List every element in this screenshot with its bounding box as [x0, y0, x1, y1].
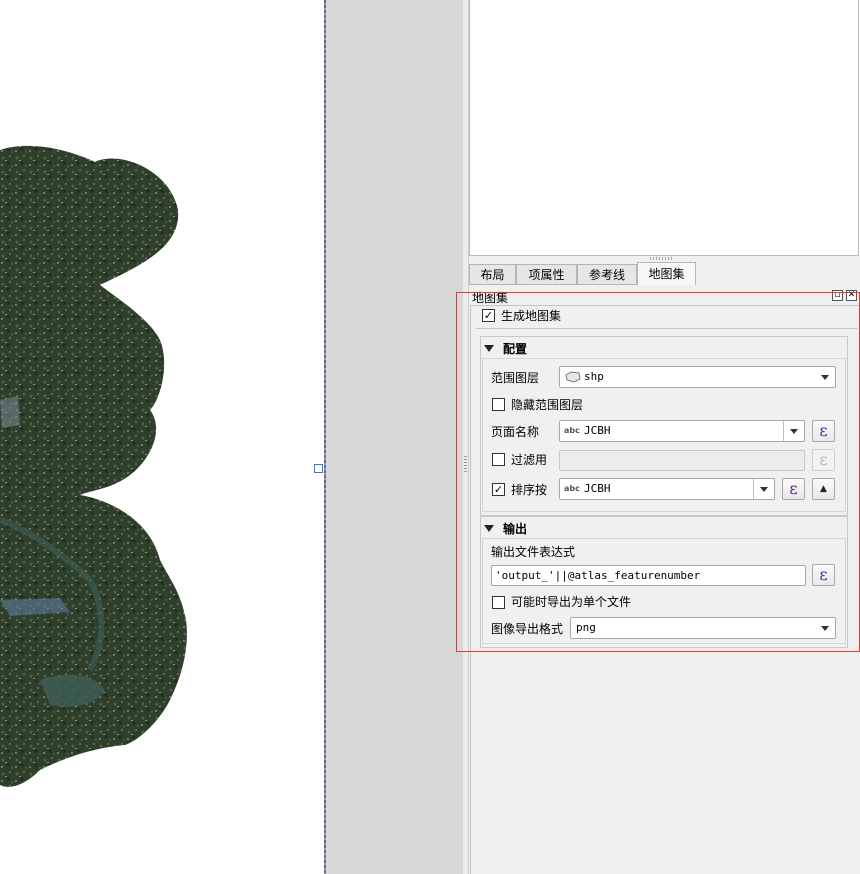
page-name-value: JCBH	[584, 424, 611, 437]
sort-by-value: JCBH	[584, 482, 611, 495]
divider	[476, 328, 858, 329]
sort-by-expression-button[interactable]: ε	[782, 478, 805, 500]
tab-item-properties[interactable]: 项属性	[516, 264, 577, 285]
single-file-label: 可能时导出为单个文件	[511, 595, 632, 609]
sort-by-checkbox[interactable]: ✓	[492, 483, 505, 496]
hide-coverage-label: 隐藏范围图层	[511, 398, 584, 412]
tab-atlas[interactable]: 地图集	[637, 262, 696, 285]
filename-expression-button[interactable]: ε	[812, 564, 835, 586]
resize-handle[interactable]	[314, 464, 323, 473]
filter-label: 过滤用	[511, 453, 548, 467]
items-panel[interactable]	[469, 0, 859, 256]
sort-ascending-button[interactable]: ▲	[812, 478, 835, 500]
single-file-checkbox[interactable]	[492, 596, 505, 609]
collapse-triangle-icon[interactable]	[484, 525, 494, 532]
workspace-background	[326, 0, 463, 874]
tab-layout[interactable]: 布局	[469, 264, 516, 285]
satellite-map-image	[0, 145, 187, 787]
sort-by-select[interactable]: abc JCBH	[559, 478, 775, 500]
chevron-down-icon	[790, 429, 798, 434]
coverage-layer-select[interactable]: shp	[559, 366, 836, 388]
polygon-layer-icon	[565, 371, 581, 383]
coverage-layer-label: 范围图层	[491, 371, 540, 385]
float-dock-icon[interactable]: ▫	[832, 290, 843, 301]
page-name-label: 页面名称	[491, 425, 540, 439]
chevron-down-icon	[821, 626, 829, 631]
dock-title: 地图集	[472, 291, 509, 305]
filename-expression-label: 输出文件表达式	[491, 545, 576, 559]
image-format-label: 图像导出格式	[491, 622, 564, 636]
collapse-triangle-icon[interactable]	[484, 345, 494, 352]
generate-atlas-checkbox[interactable]: ✓	[482, 309, 495, 322]
image-format-select[interactable]: png	[570, 617, 836, 639]
filter-expression-button[interactable]: ε	[812, 449, 835, 471]
output-heading[interactable]: 输出	[503, 520, 527, 537]
string-field-icon: abc	[564, 426, 580, 435]
splitter-grip-icon[interactable]	[464, 456, 467, 472]
page-name-expression-button[interactable]: ε	[812, 420, 835, 442]
close-dock-icon[interactable]: ✕	[846, 290, 857, 301]
filter-expression-input[interactable]	[559, 450, 805, 471]
image-format-value: png	[576, 621, 596, 634]
generate-atlas-label: 生成地图集	[501, 309, 562, 323]
string-field-icon: abc	[564, 484, 580, 493]
tab-guides[interactable]: 参考线	[577, 264, 637, 285]
filename-expression-input[interactable]: 'output_'||@atlas_featurenumber	[491, 565, 806, 586]
layout-canvas[interactable]	[0, 0, 325, 874]
hide-coverage-checkbox[interactable]	[492, 398, 505, 411]
sort-by-label: 排序按	[511, 483, 548, 497]
chevron-down-icon	[821, 375, 829, 380]
coverage-layer-value: shp	[584, 370, 604, 383]
page-name-select[interactable]: abc JCBH	[559, 420, 805, 442]
config-heading[interactable]: 配置	[503, 340, 527, 357]
panel-resize-grip-icon[interactable]	[650, 257, 672, 260]
filter-checkbox[interactable]	[492, 453, 505, 466]
chevron-down-icon	[760, 487, 768, 492]
